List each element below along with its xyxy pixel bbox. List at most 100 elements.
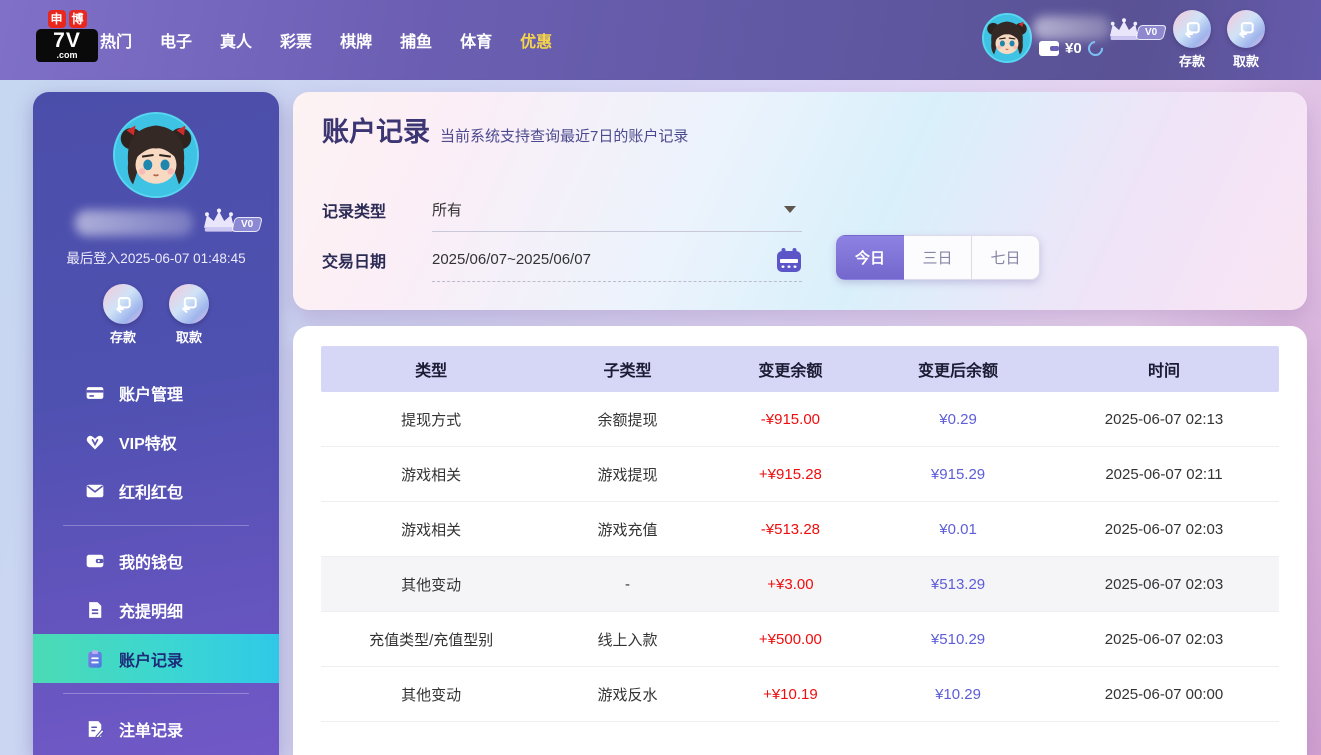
table-row: 提现方式余额提现-¥915.00¥0.292025-06-07 02:13 bbox=[321, 392, 1279, 447]
cell-change: -¥513.28 bbox=[714, 521, 867, 538]
page-subtitle: 当前系统支持查询最近7日的账户记录 bbox=[440, 125, 688, 146]
calendar-icon[interactable] bbox=[776, 247, 802, 273]
nav-item-7[interactable]: 体育 bbox=[460, 28, 492, 52]
document-pen-icon bbox=[85, 719, 105, 739]
cell-subtype: 游戏充值 bbox=[541, 519, 713, 540]
sidebar-withdraw-button[interactable]: 取款 bbox=[169, 284, 209, 346]
refresh-icon[interactable] bbox=[1085, 38, 1106, 59]
sidebar-item-9[interactable]: 注单记录 bbox=[33, 704, 279, 753]
table-row: 其他变动游戏反水+¥10.19¥10.292025-06-07 00:00 bbox=[321, 667, 1279, 722]
column-header-1: 类型 bbox=[321, 357, 541, 381]
table-row: 其他变动-+¥3.00¥513.292025-06-07 02:03 bbox=[321, 557, 1279, 612]
record-type-select[interactable]: 所有 bbox=[432, 188, 802, 232]
clipboard-icon bbox=[85, 649, 105, 669]
column-header-4: 变更后余额 bbox=[867, 357, 1049, 381]
sidebar-item-label: 注单记录 bbox=[119, 717, 183, 741]
last-login-text: 最后登入2025-06-07 01:48:45 bbox=[33, 247, 279, 267]
cell-type: 其他变动 bbox=[321, 684, 541, 705]
deposit-icon bbox=[103, 284, 143, 324]
sidebar-vip-badge[interactable]: V0 bbox=[201, 208, 261, 234]
cell-after: ¥510.29 bbox=[867, 631, 1049, 648]
site-logo[interactable]: 申 博 7V .com bbox=[36, 10, 98, 62]
logo-suffix: .com bbox=[36, 51, 98, 62]
sidebar-username-blurred bbox=[75, 210, 193, 236]
cell-type: 游戏相关 bbox=[321, 464, 541, 485]
user-cluster: ¥0 V0 存款 取款 bbox=[961, 0, 1321, 80]
filter-card: 账户记录 当前系统支持查询最近7日的账户记录 记录类型 所有 交易日期 2025… bbox=[293, 92, 1307, 310]
cell-subtype: - bbox=[541, 576, 713, 593]
nav-item-1[interactable]: 热门 bbox=[100, 28, 132, 52]
cell-subtype: 游戏提现 bbox=[541, 464, 713, 485]
cell-after: ¥10.29 bbox=[867, 686, 1049, 703]
cell-after: ¥0.01 bbox=[867, 521, 1049, 538]
envelope-icon bbox=[85, 481, 105, 501]
range-button-2[interactable]: 三日 bbox=[904, 235, 972, 280]
range-button-3[interactable]: 七日 bbox=[972, 235, 1040, 280]
cell-subtype: 游戏反水 bbox=[541, 684, 713, 705]
document-icon bbox=[85, 600, 105, 620]
sidebar-divider bbox=[63, 693, 249, 694]
sidebar-item-1[interactable]: 账户管理 bbox=[33, 368, 279, 417]
sidebar-item-label: 充提明细 bbox=[119, 598, 183, 622]
sidebar-item-7[interactable]: 账户记录 bbox=[33, 634, 279, 683]
withdraw-button[interactable]: 取款 bbox=[1227, 10, 1265, 70]
sidebar-avatar[interactable] bbox=[113, 112, 199, 198]
withdraw-icon bbox=[1227, 10, 1265, 48]
card-icon bbox=[85, 383, 105, 403]
top-navbar: 申 博 7V .com 热门 电子 真人 彩票 棋牌 捕鱼 体育 优惠 bbox=[0, 0, 1321, 80]
balance-amount: ¥0 bbox=[1065, 40, 1082, 57]
sidebar: V0 最后登入2025-06-07 01:48:45 存款 取款 账户管理 VIP… bbox=[33, 92, 279, 755]
withdraw-icon bbox=[169, 284, 209, 324]
sidebar-divider bbox=[63, 525, 249, 526]
nav-item-5[interactable]: 棋牌 bbox=[340, 28, 372, 52]
range-button-1[interactable]: 今日 bbox=[836, 235, 904, 280]
sidebar-item-6[interactable]: 充提明细 bbox=[33, 585, 279, 634]
record-type-value: 所有 bbox=[432, 199, 462, 220]
column-header-2: 子类型 bbox=[541, 357, 713, 381]
cell-subtype: 余额提现 bbox=[541, 409, 713, 430]
sidebar-item-label: VIP特权 bbox=[119, 430, 177, 454]
main-nav: 热门 电子 真人 彩票 棋牌 捕鱼 体育 优惠 bbox=[100, 0, 552, 80]
nav-item-6[interactable]: 捕鱼 bbox=[400, 28, 432, 52]
sidebar-item-label: 红利红包 bbox=[119, 479, 183, 503]
cell-change: +¥500.00 bbox=[714, 631, 867, 648]
deposit-button[interactable]: 存款 bbox=[1173, 10, 1211, 70]
cell-time: 2025-06-07 02:11 bbox=[1049, 466, 1279, 483]
cell-change: +¥10.19 bbox=[714, 686, 867, 703]
wallet-icon bbox=[85, 551, 105, 571]
sidebar-item-2[interactable]: VIP特权 bbox=[33, 417, 279, 466]
record-type-row: 记录类型 所有 bbox=[322, 188, 1097, 232]
table-row: 充值类型/充值型别线上入款+¥500.00¥510.292025-06-07 0… bbox=[321, 612, 1279, 667]
sidebar-item-5[interactable]: 我的钱包 bbox=[33, 536, 279, 585]
sidebar-item-label: 账户管理 bbox=[119, 381, 183, 405]
quick-range-buttons: 今日三日七日 bbox=[836, 235, 1040, 280]
page-title: 账户记录 bbox=[322, 110, 430, 149]
vip-heart-icon bbox=[85, 432, 105, 452]
nav-item-4[interactable]: 彩票 bbox=[280, 28, 312, 52]
nav-item-3[interactable]: 真人 bbox=[220, 28, 252, 52]
avatar[interactable] bbox=[982, 13, 1032, 63]
date-range-input[interactable]: 2025/06/07~2025/06/07 bbox=[432, 238, 802, 282]
logo-badge-2: 博 bbox=[69, 10, 87, 28]
cell-time: 2025-06-07 02:03 bbox=[1049, 576, 1279, 593]
records-table-card: 类型子类型变更余额变更后余额时间 提现方式余额提现-¥915.00¥0.2920… bbox=[293, 326, 1307, 755]
vip-level-tag: V0 bbox=[1135, 25, 1167, 40]
vip-badge[interactable]: V0 bbox=[1107, 18, 1165, 42]
sidebar-item-label: 账户记录 bbox=[119, 647, 183, 671]
table-body: 提现方式余额提现-¥915.00¥0.292025-06-07 02:13 游戏相… bbox=[321, 392, 1279, 722]
cell-type: 充值类型/充值型别 bbox=[321, 629, 541, 650]
deposit-icon bbox=[1173, 10, 1211, 48]
logo-badge-1: 申 bbox=[48, 10, 66, 28]
nav-item-8[interactable]: 优惠 bbox=[520, 28, 552, 52]
sidebar-deposit-button[interactable]: 存款 bbox=[103, 284, 143, 346]
logo-badges: 申 博 bbox=[36, 10, 98, 28]
records-table: 类型子类型变更余额变更后余额时间 提现方式余额提现-¥915.00¥0.2920… bbox=[321, 346, 1279, 722]
nav-item-2[interactable]: 电子 bbox=[160, 28, 192, 52]
table-row: 游戏相关游戏充值-¥513.28¥0.012025-06-07 02:03 bbox=[321, 502, 1279, 557]
cell-after: ¥513.29 bbox=[867, 576, 1049, 593]
cell-time: 2025-06-07 02:03 bbox=[1049, 521, 1279, 538]
table-header-row: 类型子类型变更余额变更后余额时间 bbox=[321, 346, 1279, 392]
record-type-label: 记录类型 bbox=[322, 198, 432, 222]
chevron-down-icon bbox=[784, 206, 796, 213]
sidebar-item-3[interactable]: 红利红包 bbox=[33, 466, 279, 515]
